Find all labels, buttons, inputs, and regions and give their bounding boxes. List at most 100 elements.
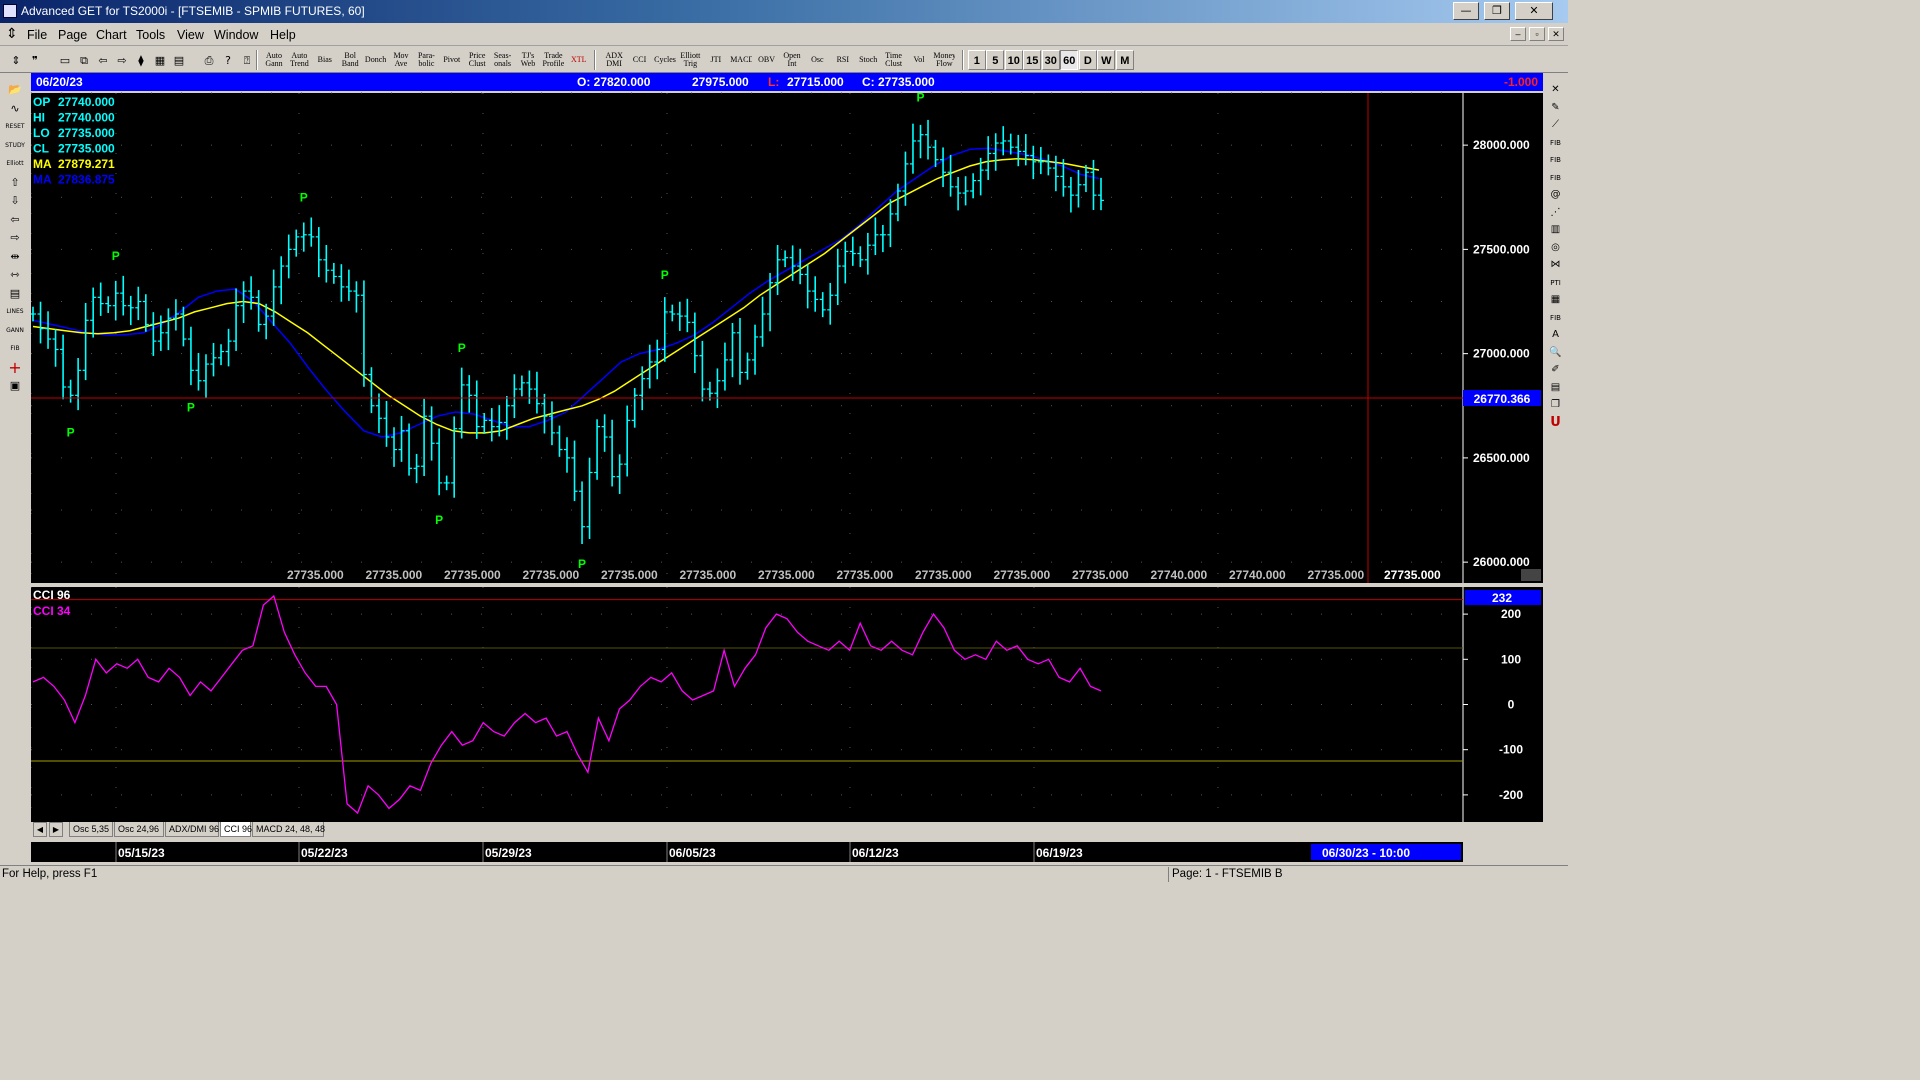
period-button-1[interactable]: 1 — [967, 50, 986, 70]
tab-cci-96[interactable]: CCI 96 — [220, 822, 252, 837]
study-button-mov-ave[interactable]: Mov Ave — [389, 50, 413, 70]
help-icon[interactable]: ? — [218, 50, 238, 70]
arrow-right-icon[interactable]: ⇨ — [4, 230, 26, 246]
fib-icon[interactable]: FIB — [4, 341, 26, 357]
quote-icon[interactable]: ❞ — [25, 50, 45, 70]
channel-icon[interactable]: ▥ — [1546, 222, 1565, 238]
cycles-icon[interactable]: ∿ — [4, 101, 26, 117]
arrow-left-icon[interactable]: ⇦ — [4, 212, 26, 228]
close-icon[interactable]: ✕ — [1546, 82, 1565, 98]
fib-box-icon[interactable]: FIB — [1546, 310, 1565, 326]
study-button-para-bolic[interactable]: Para-bolic — [414, 50, 439, 70]
arrow-down-icon[interactable]: ⇩ — [4, 193, 26, 209]
reset-icon[interactable]: RESET — [4, 119, 26, 135]
menu-tools[interactable]: Tools — [136, 28, 165, 42]
period-button-30[interactable]: 30 — [1041, 50, 1060, 70]
menu-file[interactable]: File — [27, 28, 47, 42]
mdi-close-button[interactable]: ✕ — [1548, 27, 1564, 41]
crosshair-icon[interactable]: + — [4, 359, 26, 376]
study-button-xtl[interactable]: XTL — [566, 50, 591, 70]
study-button-donch[interactable]: Donch — [363, 50, 388, 70]
open-icon[interactable]: ⧉ — [74, 50, 94, 70]
study-button-auto-gann[interactable]: Auto Gann — [262, 50, 286, 70]
study-button-cci[interactable]: CCI — [627, 50, 652, 70]
period-button-5[interactable]: 5 — [986, 50, 1005, 70]
print-icon[interactable]: ⎙ — [199, 50, 219, 70]
expand-icon[interactable]: ⇿ — [4, 267, 26, 283]
grid-icon[interactable]: ▦ — [150, 50, 170, 70]
study-button-open-int[interactable]: Open Int — [780, 50, 804, 70]
study-icon[interactable]: STUDY — [4, 138, 26, 154]
spiral-icon[interactable]: @ — [1546, 187, 1565, 203]
tab-prev-button[interactable]: ◀ — [33, 822, 47, 837]
period-button-15[interactable]: 15 — [1023, 50, 1042, 70]
study-button-rsi[interactable]: RSI — [830, 50, 855, 70]
grid-icon[interactable]: ▦ — [1546, 292, 1565, 308]
save-icon[interactable]: ▣ — [4, 378, 26, 394]
arrow-up-icon[interactable]: ⇧ — [4, 175, 26, 191]
fib-ext-icon[interactable]: FIB — [1546, 152, 1565, 168]
period-button-w[interactable]: W — [1097, 50, 1116, 70]
minimize-button[interactable]: — — [1453, 2, 1479, 20]
price-panel[interactable] — [31, 93, 1463, 583]
study-button-money-flow[interactable]: Money Flow — [932, 50, 957, 70]
ellipse-icon[interactable]: ◎ — [1546, 240, 1565, 256]
chart-area[interactable]: 06/20/23 O: 27820.000 27975.000 L: 27715… — [31, 73, 1543, 865]
marker-icon[interactable]: ✐ — [1546, 362, 1565, 378]
study-button-obv[interactable]: OBV — [754, 50, 779, 70]
scale-icon[interactable] — [1521, 569, 1541, 581]
study-button-time-clust[interactable]: Time Clust — [881, 50, 906, 70]
copy-icon[interactable]: ❐ — [1546, 397, 1565, 413]
study-button-bol-band[interactable]: Bol Band — [338, 50, 363, 70]
study-button-adx-dmi[interactable]: ADX DMI — [602, 50, 627, 70]
study-button-auto-trend[interactable]: Auto Trend — [287, 50, 312, 70]
tab-osc-24-96[interactable]: Osc 24,96 — [114, 822, 164, 837]
study-button-macd[interactable]: MACD — [729, 50, 754, 70]
period-button-d[interactable]: D — [1078, 50, 1097, 70]
study-button-seas-onals[interactable]: Seas-onals — [490, 50, 515, 70]
pointer-icon[interactable]: ⇕ — [6, 50, 26, 70]
back-icon[interactable]: ⇦ — [93, 50, 113, 70]
period-button-10[interactable]: 10 — [1004, 50, 1023, 70]
study-button-stoch[interactable]: Stoch — [856, 50, 881, 70]
close-button[interactable]: ✕ — [1515, 2, 1553, 20]
period-button-60[interactable]: 60 — [1060, 50, 1079, 70]
tab-adx-dmi-96[interactable]: ADX/DMI 96 — [165, 822, 219, 837]
menu-chart[interactable]: Chart — [96, 28, 127, 42]
open-icon[interactable]: 📂 — [4, 82, 26, 98]
gann-box-icon[interactable]: ⋈ — [1546, 257, 1565, 273]
trendline-icon[interactable]: ⟋ — [1546, 117, 1565, 133]
menu-window[interactable]: Window — [214, 28, 258, 42]
pencil-icon[interactable]: ✎ — [1546, 100, 1565, 116]
study-button-tj-s-web[interactable]: TJ's Web — [516, 50, 540, 70]
study-button-vol[interactable]: Vol — [907, 50, 931, 70]
gann-icon[interactable]: GANN — [4, 323, 26, 339]
context-help-icon[interactable]: ⍰ — [237, 50, 257, 70]
tab-next-button[interactable]: ▶ — [49, 822, 63, 837]
tab-macd-24-48-48[interactable]: MACD 24, 48, 48 — [252, 822, 325, 837]
cci-panel[interactable] — [31, 587, 1463, 822]
study-button-elliott-trig[interactable]: Elliott Trig — [678, 50, 703, 70]
u-icon[interactable]: U — [1546, 415, 1565, 431]
clipboard-icon[interactable]: ▤ — [1546, 380, 1565, 396]
text-icon[interactable]: A — [1546, 327, 1565, 343]
mdi-minimize-button[interactable]: – — [1510, 27, 1526, 41]
forward-icon[interactable]: ⇨ — [112, 50, 132, 70]
mdi-restore-button[interactable]: ▫ — [1529, 27, 1545, 41]
study-button-osc[interactable]: Osc — [805, 50, 830, 70]
study-button-bias[interactable]: Bias — [312, 50, 337, 70]
study-button-cycles[interactable]: Cycles — [653, 50, 677, 70]
lines-icon[interactable]: LINES — [4, 304, 26, 320]
new-page-icon[interactable]: ▭ — [55, 50, 75, 70]
compress-icon[interactable]: ⇹ — [4, 249, 26, 265]
menu-page[interactable]: Page — [58, 28, 87, 42]
fan-icon[interactable]: ⋰ — [1546, 205, 1565, 221]
document-icon[interactable]: ⇕ — [6, 26, 18, 42]
menu-help[interactable]: Help — [270, 28, 296, 42]
period-button-m[interactable]: M — [1115, 50, 1134, 70]
table-icon[interactable]: ▤ — [4, 286, 26, 302]
zoom-icon[interactable]: 🔍 — [1546, 345, 1565, 361]
elliott-icon[interactable]: Elliott — [4, 156, 26, 172]
menu-view[interactable]: View — [177, 28, 204, 42]
pti-icon[interactable]: PTI — [1546, 275, 1565, 291]
